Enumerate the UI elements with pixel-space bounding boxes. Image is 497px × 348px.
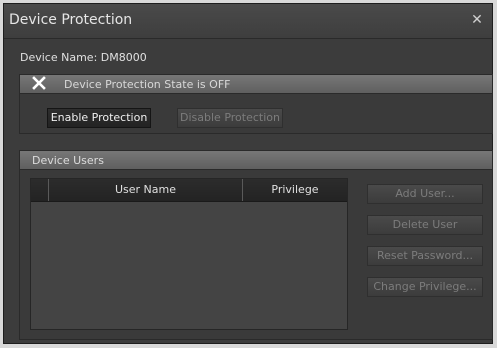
device-users-panel: Device Users User Name Privilege Add Use… (19, 150, 493, 340)
device-name-value: DM8000 (100, 51, 147, 64)
protection-state-text: Device Protection State is OFF (64, 78, 231, 91)
reset-password-button[interactable]: Reset Password... (367, 246, 483, 266)
device-protection-dialog: Device Protection ✕ Device Name: DM8000 … (3, 3, 493, 344)
device-name-row: Device Name: DM8000 (20, 51, 147, 64)
add-user-button[interactable]: Add User... (367, 184, 483, 204)
privilege-column-header[interactable]: Privilege (243, 179, 347, 201)
device-users-header: Device Users (20, 151, 492, 170)
disable-protection-button[interactable]: Disable Protection (177, 108, 283, 128)
user-name-column-header[interactable]: User Name (49, 179, 243, 201)
window-title: Device Protection (9, 12, 133, 28)
select-column-header[interactable] (31, 179, 49, 201)
change-privilege-button[interactable]: Change Privilege... (367, 277, 483, 297)
users-table-header: User Name Privilege (31, 179, 347, 202)
delete-user-button[interactable]: Delete User (367, 215, 483, 235)
title-bar: Device Protection ✕ (4, 4, 492, 39)
x-mark-icon (32, 76, 46, 90)
enable-protection-button[interactable]: Enable Protection (47, 108, 151, 128)
protection-panel: Device Protection State is OFF Enable Pr… (19, 74, 493, 134)
users-table[interactable]: User Name Privilege (30, 178, 348, 330)
device-users-title: Device Users (32, 154, 104, 167)
device-name-label: Device Name: (20, 51, 98, 64)
protection-state-header: Device Protection State is OFF (20, 75, 492, 94)
close-icon[interactable]: ✕ (470, 12, 484, 28)
